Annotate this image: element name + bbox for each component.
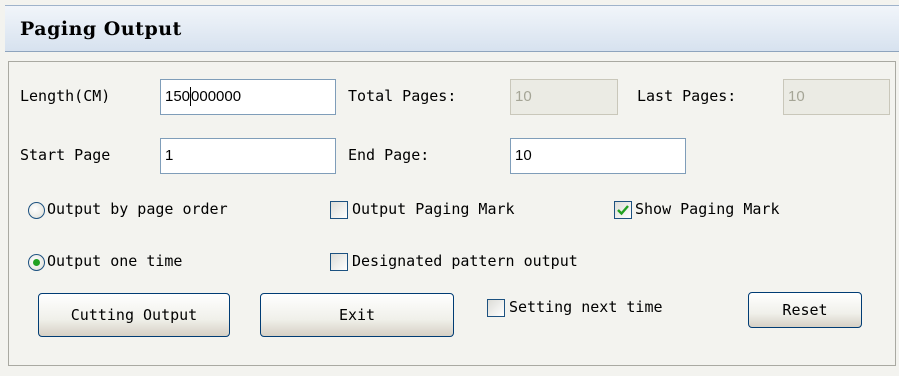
start-page-input[interactable]: 1 [160, 138, 336, 174]
setting-next-time-label[interactable]: Setting next time [509, 298, 663, 316]
length-label: Length(CM) [20, 87, 111, 105]
last-pages-input: 10 [783, 79, 890, 115]
output-by-page-order-label[interactable]: Output by page order [47, 200, 228, 218]
length-input[interactable]: 150000000 [160, 79, 336, 115]
output-by-page-order-radio[interactable] [28, 202, 45, 219]
check-mark-icon [617, 205, 629, 216]
end-page-input[interactable]: 10 [510, 138, 686, 174]
total-pages-input: 10 [510, 79, 618, 115]
exit-button[interactable]: Exit [260, 293, 454, 337]
output-one-time-radio[interactable] [28, 254, 45, 271]
last-pages-label: Last Pages: [637, 87, 737, 105]
radio-selected-dot [33, 259, 40, 266]
cutting-output-button[interactable]: Cutting Output [38, 293, 230, 337]
length-value-integer: 150 [165, 88, 191, 105]
output-one-time-label[interactable]: Output one time [47, 252, 182, 270]
show-paging-mark-label[interactable]: Show Paging Mark [635, 200, 780, 218]
designated-pattern-output-checkbox[interactable] [330, 253, 348, 271]
dialog-title-bar: Paging Output [5, 5, 899, 52]
length-value-fraction: 000000 [191, 88, 242, 105]
total-pages-label: Total Pages: [348, 87, 457, 105]
output-paging-mark-label[interactable]: Output Paging Mark [352, 200, 515, 218]
output-paging-mark-checkbox[interactable] [330, 201, 348, 219]
reset-button[interactable]: Reset [748, 292, 862, 328]
dialog-title: Paging Output [20, 18, 182, 40]
setting-next-time-checkbox[interactable] [487, 299, 505, 317]
designated-pattern-output-label[interactable]: Designated pattern output [352, 252, 578, 270]
start-page-label: Start Page [20, 146, 111, 164]
end-page-label: End Page: [348, 146, 430, 164]
show-paging-mark-checkbox[interactable] [614, 201, 632, 219]
